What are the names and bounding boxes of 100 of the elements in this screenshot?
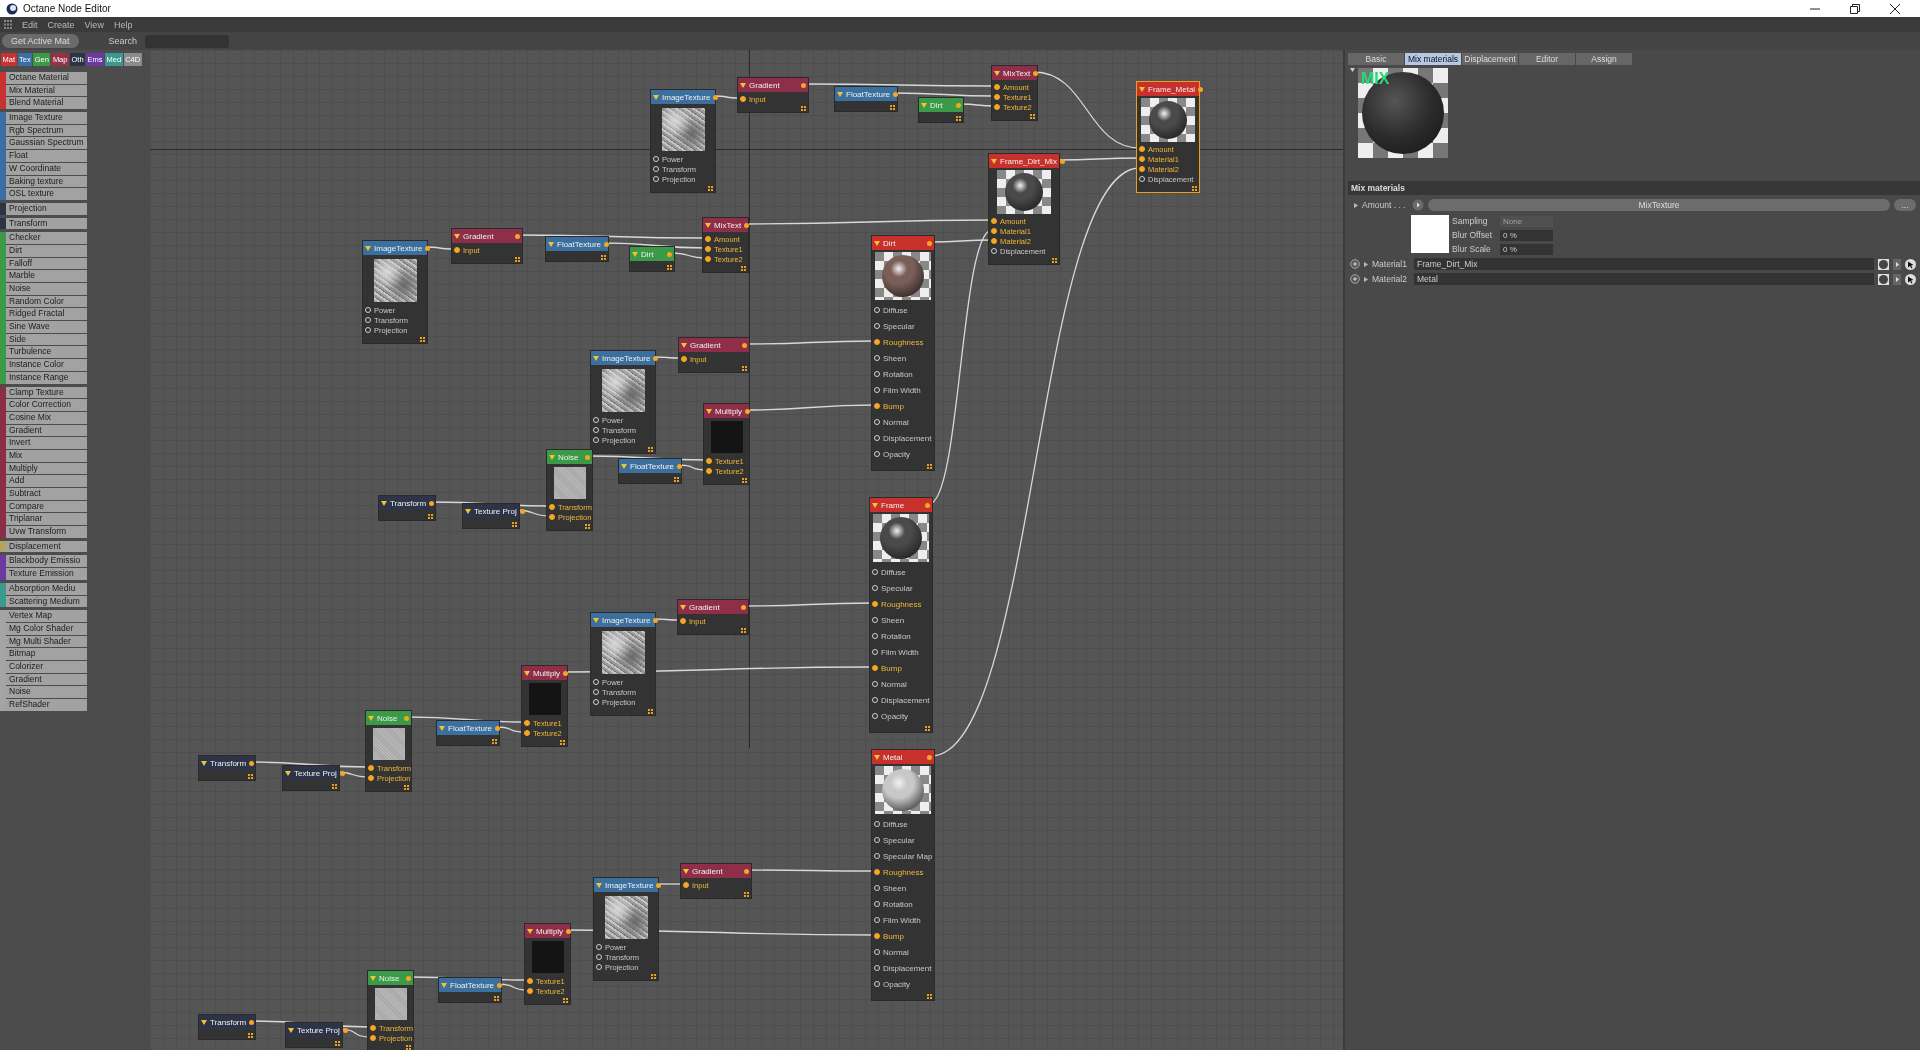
node-card[interactable]: Frame Diffuse Specular Roughness Sheen Rotation Film Width Bump Normal Displacement Opacity — [869, 497, 933, 733]
grip-icon[interactable] — [4, 20, 12, 29]
input-port[interactable] — [706, 468, 712, 474]
node-list-item[interactable]: Rgb Spectrum — [6, 124, 87, 137]
node-list-item[interactable]: Octane Material — [6, 72, 87, 84]
collapse-caret-icon[interactable] — [740, 82, 746, 88]
node-header[interactable]: FloatTexture — [546, 237, 608, 251]
input-port[interactable] — [1139, 166, 1145, 172]
node-header[interactable]: Metal — [872, 750, 934, 764]
node-list-item[interactable]: Blend Material — [6, 97, 87, 110]
node-header[interactable]: Frame — [870, 498, 932, 512]
output-port[interactable] — [429, 500, 435, 506]
resize-handle-icon[interactable] — [585, 523, 590, 529]
output-port[interactable] — [1059, 158, 1065, 164]
node-card[interactable]: FloatTexture — [618, 458, 682, 484]
collapse-caret-icon[interactable] — [653, 94, 659, 100]
node-card[interactable]: Transform — [378, 495, 436, 521]
node-list-item[interactable]: Image Texture — [6, 112, 87, 124]
resize-handle-icon[interactable] — [332, 783, 337, 789]
node-list-item[interactable]: Float — [6, 150, 87, 162]
resize-handle-icon[interactable] — [741, 265, 746, 271]
resize-handle-icon[interactable] — [335, 1040, 340, 1046]
node-list-item[interactable]: Transform — [6, 217, 87, 230]
node-list-item[interactable]: Dirt — [6, 244, 87, 257]
node-card[interactable]: Transform — [198, 755, 256, 781]
resize-handle-icon[interactable] — [494, 995, 499, 1001]
resize-handle-icon[interactable] — [404, 784, 409, 790]
number-field[interactable]: 0 % — [1500, 243, 1553, 255]
material-field[interactable]: Frame_Dirt_Mix — [1414, 258, 1874, 270]
node-list-item[interactable]: Baking texture — [6, 175, 87, 188]
input-port[interactable] — [705, 246, 711, 252]
node-list-item[interactable]: Bitmap — [6, 648, 87, 660]
node-header[interactable]: FloatTexture — [835, 87, 897, 101]
node-list-item[interactable]: Marble — [6, 270, 87, 282]
output-port[interactable] — [515, 233, 520, 239]
node-list-item[interactable]: Ridged Fractal — [6, 308, 87, 321]
node-header[interactable]: ImageTexture — [591, 351, 655, 365]
input-port[interactable] — [740, 96, 746, 102]
restore-icon[interactable] — [1850, 3, 1860, 14]
input-port[interactable] — [1139, 156, 1145, 162]
more-button[interactable]: ... — [1894, 199, 1916, 211]
node-header[interactable]: Transform — [199, 1015, 255, 1029]
input-port[interactable] — [680, 618, 686, 624]
resize-handle-icon[interactable] — [651, 973, 656, 979]
input-port[interactable] — [368, 775, 374, 781]
node-list-item[interactable]: W Coordinate — [6, 162, 87, 175]
resize-handle-icon[interactable] — [248, 773, 253, 779]
node-list-item[interactable]: Mg Color Shader — [6, 622, 87, 635]
output-port[interactable] — [495, 725, 501, 731]
node-list-item[interactable]: Gradient — [6, 673, 87, 686]
expand-triangle-icon[interactable] — [1364, 261, 1368, 267]
output-port[interactable] — [893, 91, 899, 97]
collapse-caret-icon[interactable] — [524, 670, 530, 676]
node-list-item[interactable]: Noise — [6, 283, 87, 295]
node-list-item[interactable]: Texture Emission — [6, 568, 87, 580]
collapse-caret-icon[interactable] — [201, 760, 207, 766]
node-header[interactable]: FloatTexture — [439, 978, 501, 992]
output-port[interactable] — [742, 342, 747, 348]
node-header[interactable]: Gradient — [679, 338, 749, 352]
output-port[interactable] — [653, 355, 659, 361]
resize-handle-icon[interactable] — [708, 185, 713, 191]
node-header[interactable]: MixText — [703, 218, 748, 232]
panel-tab[interactable]: Editor — [1519, 53, 1575, 65]
panel-tab[interactable]: Assign — [1576, 53, 1632, 65]
node-list-item[interactable]: Color Correction — [6, 399, 87, 411]
input-port[interactable] — [370, 1035, 376, 1041]
collapse-caret-icon[interactable] — [365, 245, 371, 251]
input-port[interactable] — [994, 104, 1000, 110]
cursor-icon[interactable] — [1905, 273, 1916, 285]
play-button-icon[interactable] — [1412, 199, 1424, 211]
input-port[interactable] — [527, 978, 533, 984]
collapse-caret-icon[interactable] — [465, 508, 471, 514]
output-port[interactable] — [744, 868, 749, 874]
resize-handle-icon[interactable] — [956, 115, 961, 121]
node-header[interactable]: ImageTexture — [363, 241, 427, 255]
resize-handle-icon[interactable] — [515, 256, 520, 262]
node-list-item[interactable]: Uvw Transform — [6, 526, 87, 538]
input-port[interactable] — [874, 869, 880, 875]
close-icon[interactable] — [1890, 3, 1900, 14]
input-port[interactable] — [994, 84, 1000, 90]
input-port[interactable] — [991, 238, 997, 244]
node-list-item[interactable]: Cosine Mix — [6, 411, 87, 424]
node-list-item[interactable]: Turbulence — [6, 346, 87, 359]
output-port[interactable] — [653, 617, 659, 623]
resize-handle-icon[interactable] — [741, 627, 746, 633]
node-header[interactable]: FloatTexture — [437, 721, 499, 735]
node-header[interactable]: Multiply — [522, 666, 567, 680]
node-list-item[interactable]: Checker — [6, 232, 87, 244]
node-header[interactable]: Multiply — [525, 924, 570, 938]
collapse-caret-icon[interactable] — [454, 233, 460, 239]
collapse-caret-icon[interactable] — [681, 342, 687, 348]
node-header[interactable]: Transform — [199, 756, 255, 770]
resize-handle-icon[interactable] — [492, 738, 497, 744]
node-list-item[interactable]: Falloff — [6, 257, 87, 270]
output-port[interactable] — [744, 222, 750, 228]
resize-handle-icon[interactable] — [1052, 257, 1057, 263]
menu-item[interactable]: Help — [113, 19, 133, 30]
input-port[interactable] — [706, 458, 712, 464]
input-port[interactable] — [681, 356, 687, 362]
arrow-button-icon[interactable] — [1893, 273, 1901, 285]
